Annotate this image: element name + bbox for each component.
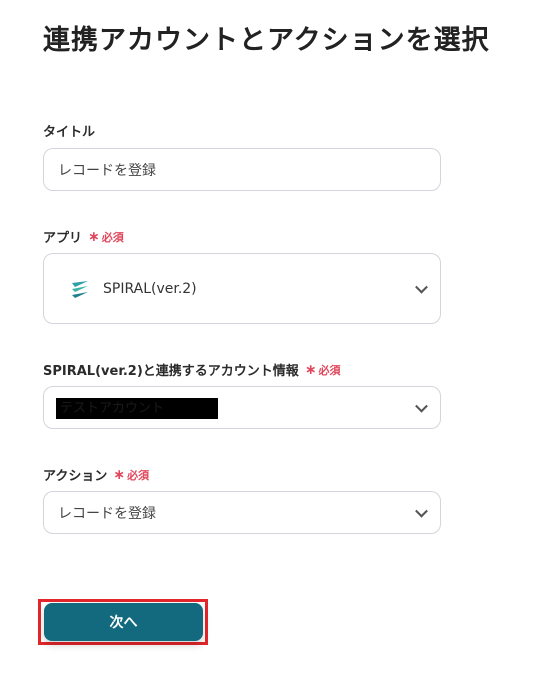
chevron-down-icon <box>415 280 428 294</box>
account-select[interactable]: テストアカウント <box>43 386 441 429</box>
title-field-label: タイトル <box>43 121 95 140</box>
app-select[interactable]: SPIRAL(ver.2) <box>43 253 441 324</box>
chevron-down-icon <box>415 399 428 413</box>
account-field-label: SPIRAL(ver.2)と連携するアカウント情報 ∗ 必須 <box>43 360 341 380</box>
app-label-text: アプリ <box>43 231 83 246</box>
action-select-value: レコードを登録 <box>58 505 156 522</box>
required-badge: ∗ 必須 <box>88 228 124 245</box>
redacted-account-value: テストアカウント <box>56 398 218 419</box>
spiral-logo-icon <box>69 278 91 300</box>
page-title: 連携アカウントとアクションを選択 <box>43 25 490 56</box>
title-label-text: タイトル <box>43 125 96 140</box>
app-name: SPIRAL(ver.2) <box>103 280 197 297</box>
action-label-text: アクション <box>43 469 108 484</box>
account-label-text: SPIRAL(ver.2)と連携するアカウント情報 <box>43 364 299 379</box>
required-badge: ∗ 必須 <box>304 361 341 378</box>
action-select[interactable]: レコードを登録 <box>43 491 441 534</box>
chevron-down-icon <box>415 504 428 518</box>
title-input-value: レコードを登録 <box>58 162 156 179</box>
title-input[interactable]: レコードを登録 <box>43 148 441 191</box>
app-field-label: アプリ ∗ 必須 <box>43 227 124 247</box>
required-badge: ∗ 必須 <box>113 466 150 483</box>
action-field-label: アクション ∗ 必須 <box>43 465 150 485</box>
next-button[interactable]: 次へ <box>44 603 203 641</box>
